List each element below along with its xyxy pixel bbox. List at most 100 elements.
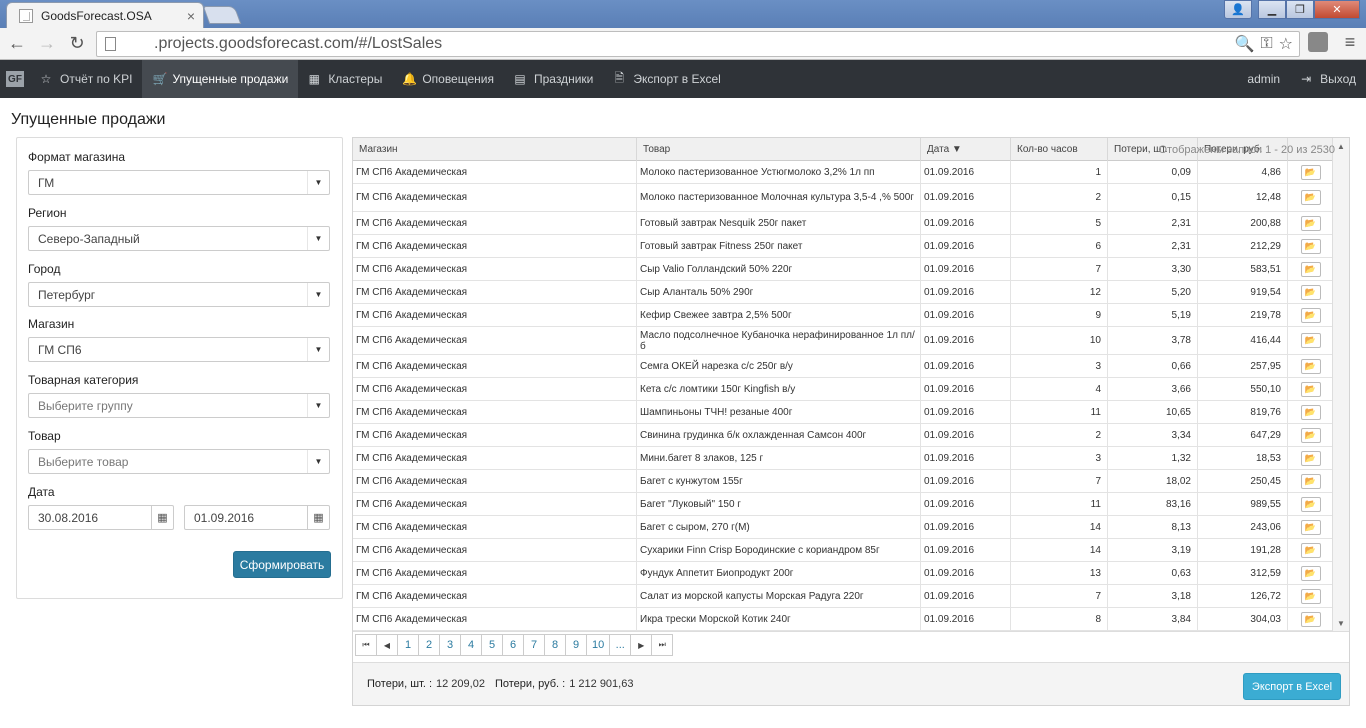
nav-lost-sales[interactable]: 🛒 Упущенные продажи: [142, 60, 299, 98]
table-row[interactable]: ГМ СП6 Академическая Кета с/с ломтики 150…: [353, 378, 1333, 401]
calendar-icon[interactable]: ▦: [151, 506, 173, 529]
open-folder-icon[interactable]: 📂: [1300, 333, 1321, 348]
open-folder-icon[interactable]: 📂: [1300, 307, 1321, 323]
first-page-button[interactable]: ⏮: [355, 634, 377, 656]
table-row[interactable]: ГМ СП6 Академическая Мини.багет 8 злаков,…: [353, 447, 1333, 470]
page-button[interactable]: 9: [565, 634, 587, 656]
address-bar[interactable]: .projects.goodsforecast.com/#/LostSales …: [96, 31, 1300, 57]
table-row[interactable]: ГМ СП6 Академическая Сыр Valio Голландски…: [353, 258, 1333, 281]
page-button[interactable]: 6: [502, 634, 524, 656]
last-page-button[interactable]: ⏭: [651, 634, 674, 656]
chevron-down-icon[interactable]: ▼: [307, 171, 329, 194]
table-row[interactable]: ГМ СП6 Академическая Готовый завтрак Fitn…: [353, 235, 1333, 258]
table-row[interactable]: ГМ СП6 Академическая Багет с кунжутом 155…: [353, 470, 1333, 493]
page-button[interactable]: 10: [586, 634, 611, 656]
tab-close-icon[interactable]: ×: [187, 9, 195, 23]
table-row[interactable]: ГМ СП6 Академическая Сухарики Finn Crisp …: [353, 539, 1333, 562]
table-row[interactable]: ГМ СП6 Академическая Семга ОКЕЙ нарезка с…: [353, 355, 1333, 378]
table-row[interactable]: ГМ СП6 Академическая Свинина грудинка б/к…: [353, 424, 1333, 447]
open-folder-icon[interactable]: 📂: [1300, 381, 1321, 397]
product-select[interactable]: Выберите товар ▼: [28, 449, 330, 474]
user-profile-icon[interactable]: 👤: [1224, 0, 1252, 19]
table-row[interactable]: ГМ СП6 Академическая Молоко пастеризованн…: [353, 161, 1333, 184]
key-icon[interactable]: ⚿: [1260, 35, 1272, 53]
region-select[interactable]: Северо-Западный ▼: [28, 226, 330, 251]
page-button[interactable]: 4: [460, 634, 482, 656]
chevron-down-icon[interactable]: ▼: [307, 338, 329, 361]
nav-export-excel[interactable]: 🗎 Экспорт в Excel: [603, 60, 730, 98]
table-row[interactable]: ГМ СП6 Академическая Багет с сыром, 270 г…: [353, 516, 1333, 539]
store-format-select[interactable]: ГМ ▼: [28, 170, 330, 195]
nav-kpi-report[interactable]: ☆ Отчёт по KPI: [30, 60, 142, 98]
table-row[interactable]: ГМ СП6 Академическая Готовый завтрак Nesq…: [353, 212, 1333, 235]
calendar-icon[interactable]: ▦: [307, 506, 329, 529]
table-row[interactable]: ГМ СП6 Академическая Багет "Луковый" 150 …: [353, 493, 1333, 516]
open-folder-icon[interactable]: 📂: [1300, 588, 1321, 604]
nav-clusters[interactable]: ▦ Кластеры: [298, 60, 392, 98]
table-row[interactable]: ГМ СП6 Академическая Салат из морской кап…: [353, 585, 1333, 608]
table-row[interactable]: ГМ СП6 Академическая Молоко пастеризованн…: [353, 184, 1333, 212]
open-folder-icon[interactable]: 📂: [1300, 427, 1321, 443]
next-page-button[interactable]: ▶: [630, 634, 653, 656]
open-folder-icon[interactable]: 📂: [1300, 542, 1321, 558]
open-folder-icon[interactable]: 📂: [1300, 238, 1321, 254]
export-excel-button[interactable]: Экспорт в Excel: [1243, 673, 1341, 700]
nav-alerts[interactable]: 🔔 Оповещения: [392, 60, 504, 98]
column-header-hours[interactable]: Кол-во часов: [1011, 138, 1108, 161]
page-button[interactable]: 1: [397, 634, 419, 656]
chevron-down-icon[interactable]: ▼: [307, 394, 329, 417]
zoom-icon[interactable]: 🔍: [1235, 34, 1255, 54]
open-folder-icon[interactable]: 📂: [1300, 404, 1321, 420]
open-folder-icon[interactable]: 📂: [1300, 284, 1321, 300]
page-button[interactable]: 8: [544, 634, 566, 656]
page-button[interactable]: 5: [481, 634, 503, 656]
browser-menu-icon[interactable]: ≡: [1340, 32, 1360, 54]
scroll-down-icon[interactable]: ▼: [1333, 615, 1349, 631]
city-select[interactable]: Петербург ▼: [28, 282, 330, 307]
chevron-down-icon[interactable]: ▼: [307, 450, 329, 473]
page-button[interactable]: ...: [609, 634, 632, 656]
window-close-button[interactable]: ✕: [1314, 0, 1360, 19]
grid-vertical-scrollbar[interactable]: ▲ ▼: [1332, 138, 1349, 631]
open-folder-icon[interactable]: 📂: [1300, 519, 1321, 535]
nav-holidays[interactable]: ▤ Праздники: [504, 60, 603, 98]
chevron-down-icon[interactable]: ▼: [307, 227, 329, 250]
page-button[interactable]: 2: [418, 634, 440, 656]
extension-icon[interactable]: [1308, 32, 1328, 52]
table-row[interactable]: ГМ СП6 Академическая Сыр Аланталь 50% 290…: [353, 281, 1333, 304]
open-folder-icon[interactable]: 📂: [1300, 611, 1321, 627]
open-folder-icon[interactable]: 📂: [1300, 450, 1321, 466]
back-button[interactable]: ←: [4, 31, 30, 57]
page-button[interactable]: 3: [439, 634, 461, 656]
open-folder-icon[interactable]: 📂: [1300, 261, 1321, 277]
brand-logo[interactable]: GF: [0, 60, 30, 98]
open-folder-icon[interactable]: 📂: [1300, 473, 1321, 489]
open-folder-icon[interactable]: 📂: [1300, 164, 1321, 180]
open-folder-icon[interactable]: 📂: [1300, 496, 1321, 512]
column-header-date[interactable]: Дата ▼: [921, 138, 1011, 161]
column-header-product[interactable]: Товар: [637, 138, 921, 161]
table-row[interactable]: ГМ СП6 Академическая Масло подсолнечное К…: [353, 327, 1333, 355]
table-row[interactable]: ГМ СП6 Академическая Кефир Свежее завтра …: [353, 304, 1333, 327]
date-to-input[interactable]: 01.09.2016 ▦: [184, 505, 330, 530]
category-select[interactable]: Выберите группу ▼: [28, 393, 330, 418]
minimize-button[interactable]: ▁: [1258, 0, 1286, 19]
store-select[interactable]: ГМ СП6 ▼: [28, 337, 330, 362]
new-tab-button[interactable]: [202, 6, 242, 24]
prev-page-button[interactable]: ◀: [376, 634, 398, 656]
page-button[interactable]: 7: [523, 634, 545, 656]
open-folder-icon[interactable]: 📂: [1300, 215, 1321, 231]
nav-logout[interactable]: ⇥ Выход: [1290, 60, 1366, 98]
open-folder-icon[interactable]: 📂: [1300, 190, 1321, 205]
column-header-store[interactable]: Магазин: [353, 138, 637, 161]
maximize-button[interactable]: ❐: [1286, 0, 1314, 19]
scroll-up-icon[interactable]: ▲: [1333, 138, 1349, 154]
url-text[interactable]: .projects.goodsforecast.com/#/LostSales: [154, 35, 1235, 53]
nav-user[interactable]: admin: [1237, 60, 1290, 98]
open-folder-icon[interactable]: 📂: [1300, 358, 1321, 374]
forward-button[interactable]: →: [34, 31, 60, 57]
bookmark-star-icon[interactable]: ☆: [1279, 34, 1293, 54]
date-from-input[interactable]: 30.08.2016 ▦: [28, 505, 174, 530]
browser-tab[interactable]: GoodsForecast.OSA ×: [6, 2, 204, 29]
table-row[interactable]: ГМ СП6 Академическая Шампиньоны ТЧН! реза…: [353, 401, 1333, 424]
